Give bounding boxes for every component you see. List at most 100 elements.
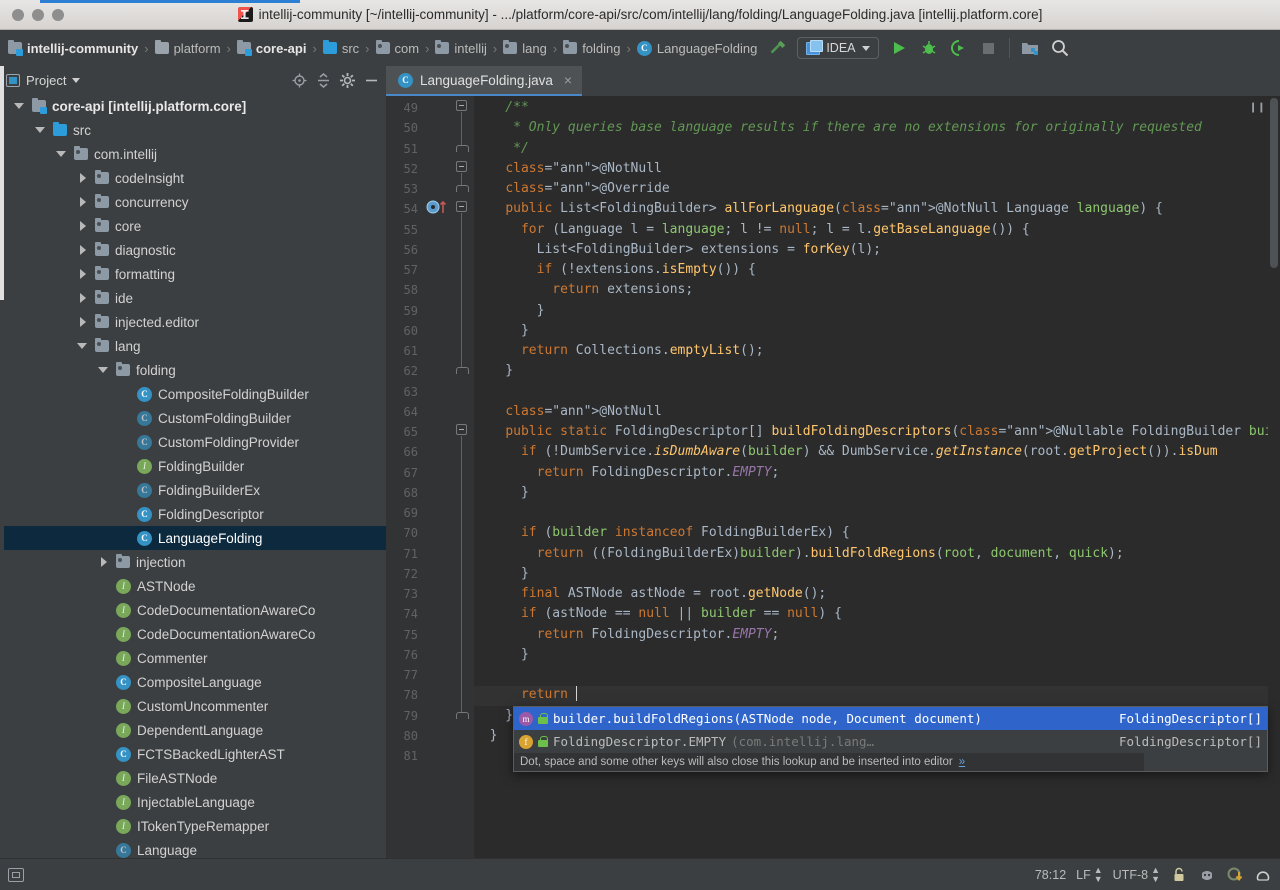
fold-marker[interactable]: [450, 197, 474, 217]
completion-item-selected[interactable]: mbuilder.buildFoldRegions(ASTNode node, …: [514, 707, 1267, 730]
breadcrumb-item-languagefolding[interactable]: CLanguageFolding: [633, 39, 761, 58]
fold-marker[interactable]: [450, 683, 474, 703]
breadcrumb-item-core-api[interactable]: core-api: [233, 39, 311, 58]
tree-item-selected[interactable]: CLanguageFolding: [0, 526, 386, 550]
hector-inspection-icon[interactable]: [1198, 866, 1216, 884]
tree-item[interactable]: CLanguage: [0, 838, 386, 858]
tree-item[interactable]: diagnostic: [0, 238, 386, 262]
chevron-right-icon[interactable]: [77, 268, 89, 280]
fold-marker[interactable]: [450, 542, 474, 562]
fold-marker[interactable]: [450, 258, 474, 278]
breadcrumb-item-com[interactable]: com: [372, 39, 424, 58]
chevron-right-icon[interactable]: [77, 220, 89, 232]
run-with-coverage-icon[interactable]: [949, 38, 969, 58]
breadcrumb-item-intellij[interactable]: intellij: [431, 39, 491, 58]
tree-item[interactable]: ICommenter: [0, 646, 386, 670]
gear-icon[interactable]: [338, 71, 356, 89]
completion-list[interactable]: mbuilder.buildFoldRegions(ASTNode node, …: [514, 707, 1267, 753]
fold-marker[interactable]: [450, 177, 474, 197]
tree-item[interactable]: IASTNode: [0, 574, 386, 598]
chevron-right-icon[interactable]: [98, 556, 110, 568]
tree-item[interactable]: ICodeDocumentationAwareCo: [0, 622, 386, 646]
caret-position-indicator[interactable]: 78:12: [1035, 868, 1066, 882]
breadcrumb-item-intellij-community[interactable]: intellij-community: [4, 39, 142, 58]
zoom-window-button[interactable]: [52, 9, 64, 21]
chevron-down-icon[interactable]: [56, 148, 68, 160]
chevron-down-icon[interactable]: [98, 364, 110, 376]
completion-item[interactable]: fFoldingDescriptor.EMPTY (com.intellij.l…: [514, 730, 1267, 753]
tree-scrollbar-thumb[interactable]: [0, 66, 4, 300]
tree-item[interactable]: CCompositeFoldingBuilder: [0, 382, 386, 406]
fold-marker[interactable]: [450, 501, 474, 521]
debug-icon[interactable]: [919, 38, 939, 58]
fold-marker[interactable]: [450, 157, 474, 177]
window-traffic-lights[interactable]: [0, 9, 64, 21]
left-scrollbar-strip[interactable]: [0, 66, 4, 858]
fold-marker[interactable]: [450, 623, 474, 643]
tree-item[interactable]: IFoldingBuilder: [0, 454, 386, 478]
fold-marker[interactable]: [450, 339, 474, 359]
tree-item[interactable]: IITokenTypeRemapper: [0, 814, 386, 838]
fold-marker[interactable]: [450, 238, 474, 258]
overridden-method-icon[interactable]: [424, 197, 450, 217]
fold-marker[interactable]: [450, 562, 474, 582]
close-icon[interactable]: ×: [564, 72, 572, 88]
editor-vertical-scrollbar[interactable]: [1268, 96, 1280, 858]
tree-item[interactable]: formatting: [0, 262, 386, 286]
editor-scrollbar-thumb[interactable]: [1270, 98, 1278, 268]
tree-item[interactable]: CCustomFoldingBuilder: [0, 406, 386, 430]
hide-icon[interactable]: [362, 71, 380, 89]
run-configuration-selector[interactable]: IDEA: [797, 37, 878, 59]
project-structure-icon[interactable]: [1020, 38, 1040, 58]
fold-marker[interactable]: [450, 663, 474, 683]
breadcrumb-item-src[interactable]: src: [319, 39, 363, 58]
tree-item[interactable]: codeInsight: [0, 166, 386, 190]
gutter-marker-area[interactable]: [424, 96, 450, 858]
collapse-all-icon[interactable]: [314, 71, 332, 89]
chevron-down-icon[interactable]: [77, 340, 89, 352]
tree-item[interactable]: CCustomFoldingProvider: [0, 430, 386, 454]
build-hammer-icon[interactable]: [767, 38, 787, 58]
tree-item[interactable]: IDependentLanguage: [0, 718, 386, 742]
chevron-right-icon[interactable]: [77, 244, 89, 256]
fold-marker[interactable]: [450, 319, 474, 339]
tree-item[interactable]: core: [0, 214, 386, 238]
fold-marker[interactable]: [450, 278, 474, 298]
tree-item[interactable]: ICodeDocumentationAwareCo: [0, 598, 386, 622]
chevron-right-icon[interactable]: [77, 196, 89, 208]
fold-marker[interactable]: [450, 359, 474, 379]
chevron-right-icon[interactable]: [77, 172, 89, 184]
run-icon[interactable]: [889, 38, 909, 58]
fold-marker[interactable]: [450, 521, 474, 541]
tree-item[interactable]: folding: [0, 358, 386, 382]
code-folding-gutter[interactable]: [450, 96, 474, 858]
fold-marker[interactable]: [450, 481, 474, 501]
close-window-button[interactable]: [12, 9, 24, 21]
tree-item[interactable]: injection: [0, 550, 386, 574]
read-only-toggle-icon[interactable]: [1170, 866, 1188, 884]
tree-item[interactable]: com.intellij: [0, 142, 386, 166]
fold-marker[interactable]: [450, 137, 474, 157]
tree-item[interactable]: CFCTSBackedLighterAST: [0, 742, 386, 766]
tree-item[interactable]: IInjectableLanguage: [0, 790, 386, 814]
fold-marker[interactable]: [450, 96, 474, 116]
tree-item[interactable]: ide: [0, 286, 386, 310]
tree-item[interactable]: injected.editor: [0, 310, 386, 334]
breadcrumb-item-platform[interactable]: platform: [151, 39, 225, 58]
toggle-tool-window-bars-icon[interactable]: [8, 868, 24, 882]
tree-item[interactable]: ICustomUncommenter: [0, 694, 386, 718]
fold-marker[interactable]: [450, 440, 474, 460]
fold-marker[interactable]: [450, 218, 474, 238]
tree-item[interactable]: concurrency: [0, 190, 386, 214]
breadcrumb-item-lang[interactable]: lang: [499, 39, 551, 58]
tree-item[interactable]: CCompositeLanguage: [0, 670, 386, 694]
ide-update-icon[interactable]: [1226, 866, 1244, 884]
chevron-down-icon[interactable]: [14, 100, 26, 112]
fold-marker[interactable]: [450, 704, 474, 724]
fold-marker[interactable]: [450, 299, 474, 319]
tree-item[interactable]: IFileASTNode: [0, 766, 386, 790]
chevron-right-icon[interactable]: [77, 316, 89, 328]
fold-marker[interactable]: [450, 643, 474, 663]
fold-marker[interactable]: [450, 420, 474, 440]
editor-tab-languagefolding[interactable]: C LanguageFolding.java ×: [386, 66, 582, 96]
